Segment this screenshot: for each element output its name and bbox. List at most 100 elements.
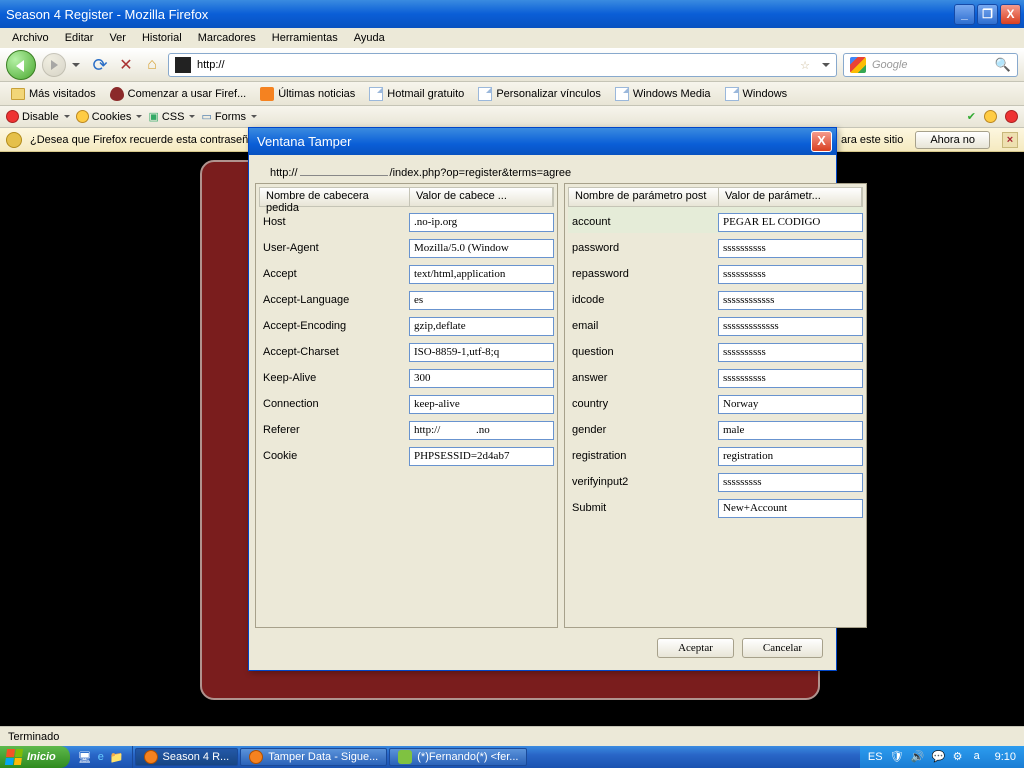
param-name-col[interactable]: Nombre de parámetro post <box>569 188 719 206</box>
tray-lang[interactable]: ES <box>868 751 883 763</box>
dev-disable[interactable]: Disable <box>6 110 70 123</box>
header-name-col[interactable]: Nombre de cabecera pedida <box>260 188 410 206</box>
param-name: email <box>568 320 718 332</box>
param-value-input[interactable] <box>718 395 863 414</box>
header-value-input[interactable] <box>409 213 554 232</box>
bm-windows[interactable]: Windows <box>720 85 793 103</box>
param-row[interactable]: country <box>568 389 863 415</box>
param-row[interactable]: registration <box>568 441 863 467</box>
menu-ver[interactable]: Ver <box>101 30 134 46</box>
param-value-col[interactable]: Valor de parámetr... <box>719 188 862 206</box>
window-maximize-button[interactable]: ❐ <box>977 4 998 25</box>
header-row[interactable]: Cookie <box>259 441 554 467</box>
home-button[interactable]: ⌂ <box>142 55 162 75</box>
param-row[interactable]: answer <box>568 363 863 389</box>
header-row[interactable]: Keep-Alive <box>259 363 554 389</box>
header-row[interactable]: User-Agent <box>259 233 554 259</box>
header-value-input[interactable] <box>409 317 554 336</box>
window-minimize-button[interactable]: _ <box>954 4 975 25</box>
bm-hotmail[interactable]: Hotmail gratuito <box>364 85 469 103</box>
param-value-input[interactable] <box>718 343 863 362</box>
header-row[interactable]: Accept-Language <box>259 285 554 311</box>
search-icon[interactable]: 🔍 <box>995 57 1011 73</box>
dev-cookies[interactable]: Cookies <box>76 110 143 123</box>
param-value-input[interactable] <box>718 421 863 440</box>
param-value-input[interactable] <box>718 317 863 336</box>
tray-icon[interactable]: 🔊 <box>911 750 925 764</box>
param-row[interactable]: gender <box>568 415 863 441</box>
aceptar-button[interactable]: Aceptar <box>657 638 734 658</box>
header-value-input[interactable] <box>409 421 554 440</box>
header-row[interactable]: Referer <box>259 415 554 441</box>
param-row[interactable]: account <box>568 207 863 233</box>
header-value-input[interactable] <box>409 369 554 388</box>
ie-icon[interactable]: e <box>98 751 104 763</box>
param-row[interactable]: Submit <box>568 493 863 519</box>
bm-comenzar[interactable]: Comenzar a usar Firef... <box>105 85 252 103</box>
param-value-input[interactable] <box>718 369 863 388</box>
param-row[interactable]: verifyinput2 <box>568 467 863 493</box>
start-button[interactable]: Inicio <box>0 746 70 768</box>
tray-icon[interactable]: a <box>974 750 988 764</box>
header-value-input[interactable] <box>409 395 554 414</box>
url-bar[interactable]: http:// ☆ <box>168 53 837 77</box>
param-value-input[interactable] <box>718 499 863 518</box>
back-button[interactable] <box>6 50 36 80</box>
dev-forms[interactable]: ▭Forms <box>201 110 257 123</box>
history-dropdown-icon[interactable] <box>72 63 80 67</box>
menu-historial[interactable]: Historial <box>134 30 190 46</box>
param-row[interactable]: password <box>568 233 863 259</box>
param-value-input[interactable] <box>718 239 863 258</box>
bookmark-star-icon[interactable]: ☆ <box>800 59 810 72</box>
param-row[interactable]: question <box>568 337 863 363</box>
menu-archivo[interactable]: Archivo <box>4 30 57 46</box>
param-row[interactable]: idcode <box>568 285 863 311</box>
tray-icon[interactable]: 🛡 <box>890 750 904 764</box>
menu-herramientas[interactable]: Herramientas <box>264 30 346 46</box>
header-row[interactable]: Accept-Encoding <box>259 311 554 337</box>
header-row[interactable]: Accept-Charset <box>259 337 554 363</box>
param-value-input[interactable] <box>718 473 863 492</box>
param-value-input[interactable] <box>718 265 863 284</box>
bm-ultimas[interactable]: Últimas noticias <box>255 85 360 103</box>
param-row[interactable]: email <box>568 311 863 337</box>
infobar-ahora-no-button[interactable]: Ahora no <box>915 131 990 149</box>
param-row[interactable]: repassword <box>568 259 863 285</box>
param-value-input[interactable] <box>718 213 863 232</box>
window-close-button[interactable]: X <box>1000 4 1021 25</box>
bm-personalizar[interactable]: Personalizar vínculos <box>473 85 606 103</box>
header-value-input[interactable] <box>409 291 554 310</box>
param-value-input[interactable] <box>718 291 863 310</box>
header-value-input[interactable] <box>409 447 554 466</box>
dialog-close-button[interactable]: X <box>811 131 832 152</box>
cancelar-button[interactable]: Cancelar <box>742 638 823 658</box>
menu-marcadores[interactable]: Marcadores <box>190 30 264 46</box>
task-tamper-data[interactable]: Tamper Data - Sigue... <box>240 748 387 766</box>
url-dropdown-icon[interactable] <box>822 63 830 67</box>
task-firefox-register[interactable]: Season 4 R... <box>135 748 239 766</box>
infobar-close-button[interactable]: × <box>1002 132 1018 148</box>
param-value-input[interactable] <box>718 447 863 466</box>
forward-button[interactable] <box>42 53 66 77</box>
menu-editar[interactable]: Editar <box>57 30 102 46</box>
dev-css[interactable]: ▣CSS <box>148 110 195 123</box>
folder-icon[interactable]: 📁 <box>110 751 124 764</box>
bm-windows-media[interactable]: Windows Media <box>610 85 716 103</box>
reload-button[interactable]: ⟳ <box>90 55 110 75</box>
header-value-input[interactable] <box>409 239 554 258</box>
bm-mas-visitados[interactable]: Más visitados <box>6 86 101 102</box>
stop-button[interactable]: ✕ <box>116 55 136 75</box>
header-row[interactable]: Host <box>259 207 554 233</box>
tray-icon[interactable]: 💬 <box>932 750 946 764</box>
header-row[interactable]: Accept <box>259 259 554 285</box>
search-box[interactable]: Google 🔍 <box>843 53 1018 77</box>
header-value-input[interactable] <box>409 343 554 362</box>
menu-ayuda[interactable]: Ayuda <box>346 30 393 46</box>
header-value-input[interactable] <box>409 265 554 284</box>
task-msn[interactable]: (*)Fernando(*) <fer... <box>389 748 527 766</box>
header-value-col[interactable]: Valor de cabece ... <box>410 188 553 206</box>
tray-clock[interactable]: 9:10 <box>995 751 1016 763</box>
show-desktop-icon[interactable]: 🖥 <box>78 751 92 764</box>
tray-icon[interactable]: ⚙ <box>953 750 967 764</box>
header-row[interactable]: Connection <box>259 389 554 415</box>
